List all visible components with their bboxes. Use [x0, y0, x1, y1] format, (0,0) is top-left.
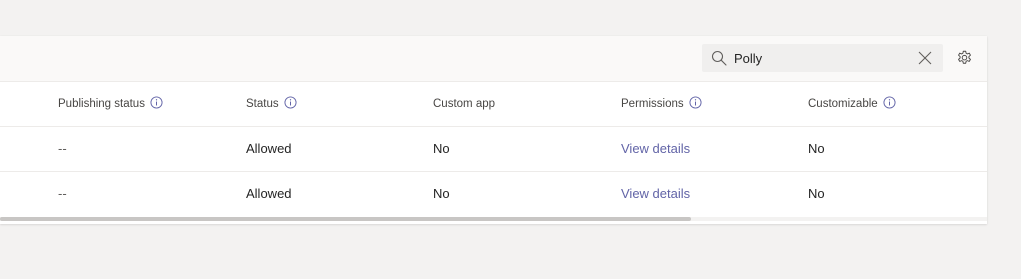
search-icon	[711, 50, 727, 66]
permissions-cell: View details	[621, 172, 690, 216]
info-icon[interactable]	[689, 96, 702, 110]
view-details-link[interactable]: View details	[621, 186, 690, 201]
customizable-cell: No	[808, 141, 825, 156]
status-cell: Allowed	[246, 186, 292, 201]
column-header-status[interactable]: Status	[246, 82, 297, 126]
column-header-label: Permissions	[621, 98, 684, 110]
publishing-status-cell: --	[58, 186, 67, 201]
apps-table-panel: Publishing status Status Custom app Perm…	[0, 36, 987, 224]
table-header-row: Publishing status Status Custom app Perm…	[0, 82, 987, 127]
close-icon[interactable]	[918, 51, 932, 65]
search-box[interactable]	[702, 44, 943, 72]
permissions-cell: View details	[621, 127, 690, 171]
horizontal-scrollbar[interactable]	[0, 217, 987, 221]
gear-icon[interactable]	[956, 50, 973, 67]
view-details-link[interactable]: View details	[621, 141, 690, 156]
column-header-label: Customizable	[808, 98, 878, 110]
horizontal-scrollbar-thumb[interactable]	[0, 217, 691, 221]
info-icon[interactable]	[284, 96, 297, 110]
table-row[interactable]: -- Allowed No View details No	[0, 127, 987, 172]
column-header-permissions[interactable]: Permissions	[621, 82, 702, 126]
status-cell: Allowed	[246, 141, 292, 156]
info-icon[interactable]	[883, 96, 896, 110]
column-header-customizable[interactable]: Customizable	[808, 82, 896, 126]
column-header-custom-app[interactable]: Custom app	[433, 82, 495, 126]
column-header-label: Custom app	[433, 98, 496, 110]
table-row[interactable]: -- Allowed No View details No	[0, 172, 987, 216]
custom-app-cell: No	[433, 141, 450, 156]
table-toolbar	[0, 36, 987, 82]
customizable-cell: No	[808, 186, 825, 201]
info-icon[interactable]	[150, 96, 163, 110]
custom-app-cell: No	[433, 186, 450, 201]
column-header-label: Publishing status	[58, 98, 145, 110]
column-header-publishing-status[interactable]: Publishing status	[58, 82, 163, 126]
column-header-label: Status	[246, 98, 279, 110]
publishing-status-cell: --	[58, 141, 67, 156]
search-input[interactable]	[734, 48, 904, 68]
